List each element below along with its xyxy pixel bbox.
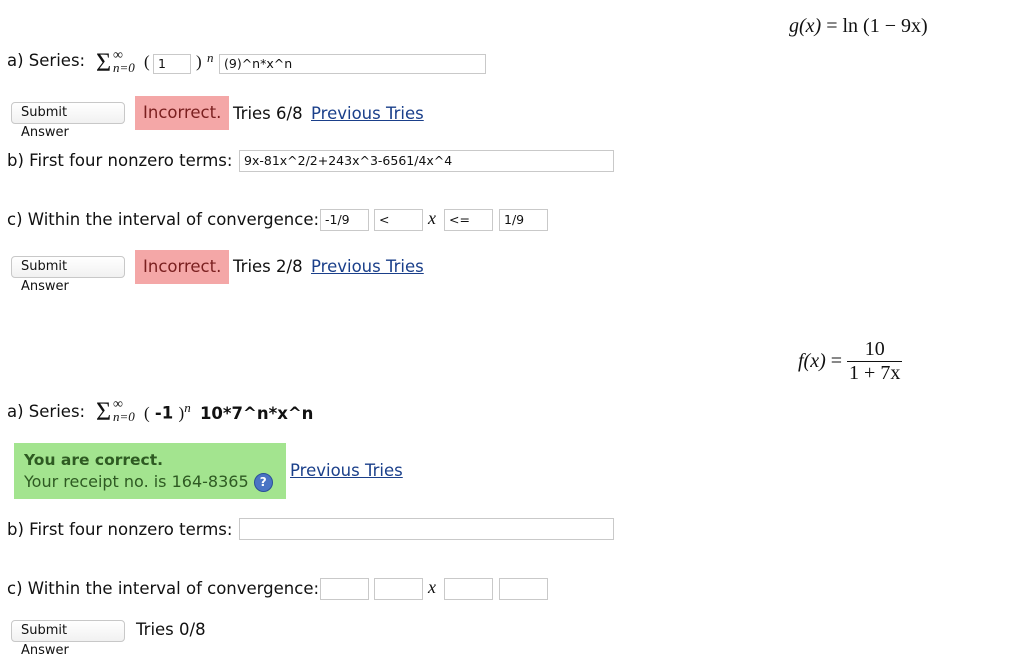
previous-tries-link[interactable]: Previous Tries — [311, 104, 424, 123]
series-base-value: -1 — [154, 403, 174, 423]
interval-lower-input[interactable] — [320, 578, 369, 600]
receipt-text: Your receipt no. is 164-8365 — [24, 472, 249, 491]
tries-count: Tries 0/8 — [136, 620, 206, 639]
interval-upper-operator[interactable]: <= — [444, 209, 493, 231]
open-paren: ( — [144, 403, 150, 423]
summation-lower-limit: n=0 — [113, 409, 135, 424]
summation-symbol-1: Σ ∞ n=0 — [96, 48, 144, 78]
series-label: a) Series: — [7, 402, 86, 421]
fraction: 10 1 + 7x — [847, 338, 903, 385]
series-term-value: 10*7^n*x^n — [199, 403, 314, 423]
open-paren: ( — [144, 52, 150, 71]
first-four-terms-input[interactable] — [239, 518, 614, 540]
submit-answer-button[interactable]: Submit Answer — [11, 102, 125, 140]
tries-count: Tries 2/8 — [233, 257, 303, 276]
function-g-definition: g(x) = ln (1 − 9x) — [789, 15, 928, 38]
correct-status-box: You are correct. Your receipt no. is 164… — [14, 443, 286, 499]
previous-tries-link[interactable]: Previous Tries — [311, 257, 424, 276]
interval-lower-operator[interactable] — [374, 578, 423, 600]
summation-symbol-2: Σ ∞ n=0 — [96, 397, 144, 427]
fraction-numerator: 10 — [864, 338, 885, 360]
first-four-terms-label: b) First four nonzero terms: — [7, 151, 233, 170]
interval-lower-input[interactable]: -1/9 — [320, 209, 369, 231]
help-icon[interactable]: ? — [253, 473, 273, 492]
first-four-terms-label: b) First four nonzero terms: — [7, 520, 233, 539]
submit-answer-button[interactable]: Submit Answer — [11, 256, 125, 294]
function-f-lhs: f(x) — [798, 350, 826, 372]
interval-upper-input[interactable] — [499, 578, 548, 600]
incorrect-status: Incorrect. — [135, 96, 229, 130]
series-row-1: a) Series: — [7, 51, 85, 79]
receipt-row: Your receipt no. is 164-8365 ? — [24, 471, 276, 493]
sigma-icon: Σ — [96, 48, 112, 77]
close-paren: ) — [196, 52, 202, 71]
series-label: a) Series: — [7, 51, 86, 70]
variable-x: x — [428, 577, 436, 597]
equals-sign: = — [830, 350, 843, 372]
interval-lower-operator[interactable]: < — [374, 209, 423, 231]
previous-tries-link[interactable]: Previous Tries — [290, 461, 403, 480]
fraction-denominator: 1 + 7x — [847, 361, 903, 384]
submit-answer-button[interactable]: Submit Answer — [11, 620, 125, 658]
series-term-2: ( -1 )n 10*7^n*x^n — [144, 400, 313, 424]
function-g-rhs: ln (1 − 9x) — [842, 15, 928, 37]
variable-x: x — [428, 208, 436, 228]
power-n: n — [207, 50, 214, 65]
first-four-terms-input[interactable]: 9x-81x^2/2+243x^3-6561/4x^4 — [239, 150, 614, 172]
power-n: n — [184, 400, 191, 415]
interval-upper-operator[interactable] — [444, 578, 493, 600]
summation-lower-limit: n=0 — [113, 60, 135, 75]
function-g-lhs: g(x) — [789, 15, 822, 37]
interval-label: c) Within the interval of convergence: — [7, 579, 320, 598]
function-f-definition: f(x) = 10 1 + 7x — [798, 338, 903, 385]
incorrect-status: Incorrect. — [135, 250, 229, 284]
equals-sign: = — [826, 15, 838, 37]
series-term-input[interactable]: (9)^n*x^n — [219, 54, 486, 74]
sigma-icon: Σ — [96, 397, 112, 426]
series-base-input[interactable]: 1 — [153, 54, 191, 74]
interval-label: c) Within the interval of convergence: — [7, 210, 320, 229]
tries-count: Tries 6/8 — [233, 104, 303, 123]
correct-title: You are correct. — [24, 451, 164, 469]
interval-upper-input[interactable]: 1/9 — [499, 209, 548, 231]
